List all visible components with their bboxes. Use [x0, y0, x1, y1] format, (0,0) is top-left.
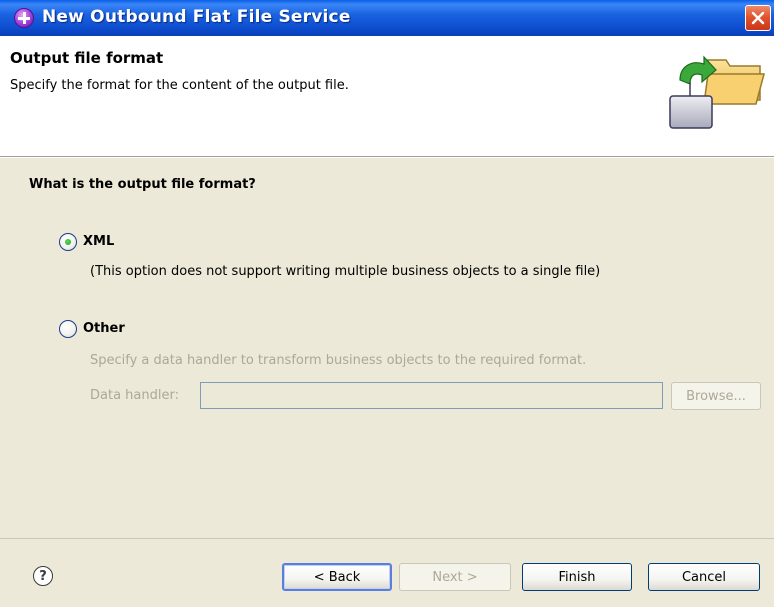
close-button[interactable]	[745, 5, 771, 31]
other-radio[interactable]	[59, 320, 77, 338]
xml-radio[interactable]	[59, 233, 77, 251]
finish-button[interactable]: Finish	[522, 563, 632, 591]
cancel-button[interactable]: Cancel	[648, 563, 760, 591]
footer-separator	[0, 538, 774, 539]
other-option-description: Specify a data handler to transform busi…	[90, 353, 587, 368]
close-icon	[751, 11, 765, 25]
wizard-header: Output file format Specify the format fo…	[0, 36, 774, 157]
browse-button[interactable]: Browse...	[671, 382, 761, 410]
eclipse-wizard-icon	[14, 8, 34, 28]
format-question: What is the output file format?	[29, 177, 256, 192]
other-radio-label[interactable]: Other	[83, 321, 125, 336]
folder-export-icon	[669, 55, 765, 129]
xml-radio-label[interactable]: XML	[83, 234, 114, 249]
header-separator	[0, 157, 774, 158]
window-title: New Outbound Flat File Service	[42, 7, 351, 27]
back-button[interactable]: < Back	[282, 563, 392, 591]
help-icon[interactable]: ?	[33, 566, 53, 586]
page-title: Output file format	[10, 49, 164, 67]
data-handler-input[interactable]	[200, 382, 663, 409]
next-button[interactable]: Next >	[399, 563, 511, 591]
data-handler-label: Data handler:	[90, 388, 179, 403]
page-description: Specify the format for the content of th…	[10, 78, 349, 93]
xml-option-description: (This option does not support writing mu…	[90, 264, 601, 279]
title-bar: New Outbound Flat File Service	[0, 0, 774, 36]
